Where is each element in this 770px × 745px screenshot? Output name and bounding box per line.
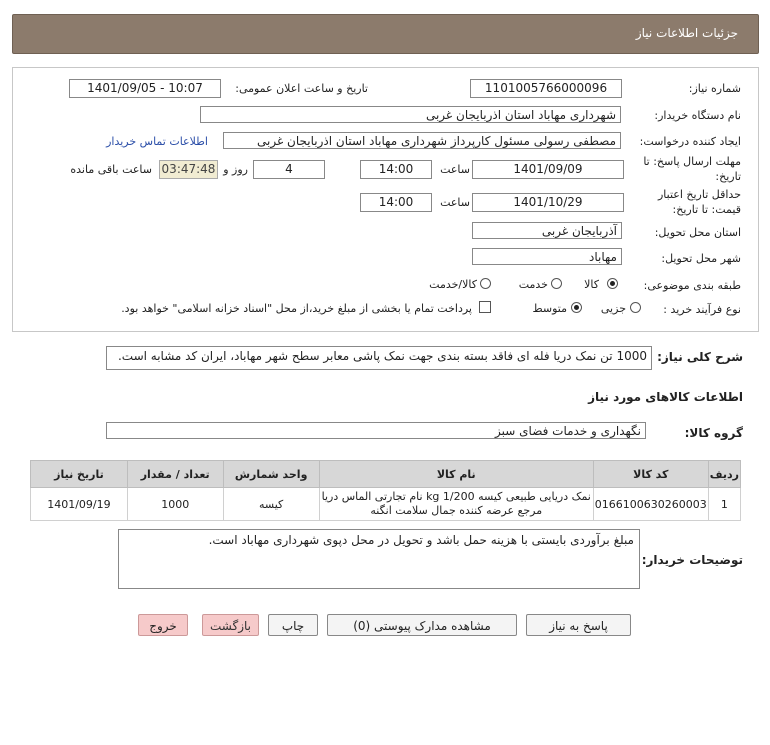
process-medium-radio[interactable] [571,302,582,313]
buyer-notes-label: توضیحات خریدار: [641,553,743,567]
validity-time-label: ساعت [440,196,470,209]
buyer-contact-link[interactable]: اطلاعات تماس خریدار [106,135,208,148]
need-number-label: شماره نیاز: [688,82,741,95]
remaining-time-field: 03:47:48 [159,160,218,179]
col-qty: تعداد / مقدار [126,460,224,488]
days-remaining-field: 4 [253,160,325,179]
back-button[interactable]: بازگشت [202,614,259,636]
goods-table-header: ردیف کد کالا نام کالا واحد شمارش تعداد /… [30,460,742,488]
announce-field: 1401/09/05 - 10:07 [69,79,221,98]
goods-group-label: گروه کالا: [684,426,743,440]
col-date: تاریخ نیاز [30,460,128,488]
page-header: جزئیات اطلاعات نیاز [12,14,759,54]
validity-label-2: قیمت: تا تاریخ: [672,203,741,216]
category-label: طبقه بندی موضوعی: [643,279,741,292]
need-number-field: 1101005766000096 [470,79,622,98]
process-label: نوع فرآیند خرید : [663,303,741,316]
remaining-time-label: ساعت باقی مانده [70,163,152,176]
creator-field: مصطفی رسولی مسئول کارپرداز شهرداری مهابا… [223,132,621,149]
deadline-time-label: ساعت [440,163,470,176]
reply-button[interactable]: پاسخ به نیاز [526,614,631,636]
treasury-payment-note: پرداخت تمام یا بخشی از مبلغ خرید،از محل … [121,302,472,315]
summary-text: 1000 تن نمک دریا فله ای فاقد بسته بندی ج… [106,346,652,370]
deadline-date-field: 1401/09/09 [472,160,624,179]
buyer-org-field: شهرداری مهاباد استان اذربایجان غربی [200,106,621,123]
province-field: آذربایجان غربی [472,222,622,239]
days-label: روز و [223,163,248,176]
process-minor-label: جزیی [600,302,626,315]
process-medium-label: متوسط [532,302,567,315]
print-button[interactable]: چاپ [268,614,318,636]
page-title: جزئیات اطلاعات نیاز [635,26,738,40]
row-date: 1401/09/19 [30,487,128,521]
city-label: شهر محل تحویل: [661,252,741,265]
goods-section-title: اطلاعات کالاهای مورد نیاز [588,390,743,404]
row-name-line-1: نمک دریایی طبیعی کیسه 1/200 kg نام تجارت… [321,490,591,503]
goods-table: ردیف کد کالا نام کالا واحد شمارش تعداد /… [30,460,742,521]
view-attachments-button[interactable]: مشاهده مدارک پیوستی (0) [327,614,517,636]
announce-label: تاریخ و ساعت اعلان عمومی: [235,82,368,95]
category-service-label: خدمت [518,278,548,291]
goods-group-field: نگهداری و خدمات فضای سبز [106,422,646,439]
row-qty: 1000 [126,487,224,521]
row-index: 1 [707,487,742,521]
deadline-label: مهلت ارسال پاسخ: تا [643,155,741,168]
col-index: ردیف [707,460,742,488]
table-row: 1 0166100630260003 نمک دریایی طبیعی کیسه… [30,487,742,521]
col-unit: واحد شمارش [222,460,320,488]
treasury-payment-checkbox[interactable] [479,301,491,313]
category-goods-service-label: کالا/خدمت [429,278,477,291]
category-goods-service-radio[interactable] [480,278,491,289]
validity-time-field: 14:00 [360,193,432,212]
row-code: 0166100630260003 [592,487,709,521]
buyer-notes-text: مبلغ برآوردی بایستی با هزینه حمل باشد و … [118,529,640,589]
city-field: مهاباد [472,248,622,265]
row-unit: کیسه [222,487,320,521]
deadline-time-field: 14:00 [360,160,432,179]
validity-date-field: 1401/10/29 [472,193,624,212]
province-label: استان محل تحویل: [654,226,741,239]
validity-label: حداقل تاریخ اعتبار [657,188,741,201]
col-name: نام کالا [318,460,594,488]
col-code: کد کالا [592,460,709,488]
category-goods-label: کالا [584,278,599,291]
creator-label: ایجاد کننده درخواست: [639,135,741,148]
deadline-label-2: تاریخ: [715,170,741,183]
category-service-radio[interactable] [551,278,562,289]
exit-button[interactable]: خروج [138,614,188,636]
summary-label: شرح کلی نیاز: [657,350,743,364]
process-minor-radio[interactable] [630,302,641,313]
category-goods-radio[interactable] [607,278,618,289]
buyer-org-label: نام دستگاه خریدار: [654,109,741,122]
row-name-line-2: مرجع عرضه کننده جمال سلامت انگنه [370,504,543,517]
row-name: نمک دریایی طبیعی کیسه 1/200 kg نام تجارت… [318,487,594,521]
